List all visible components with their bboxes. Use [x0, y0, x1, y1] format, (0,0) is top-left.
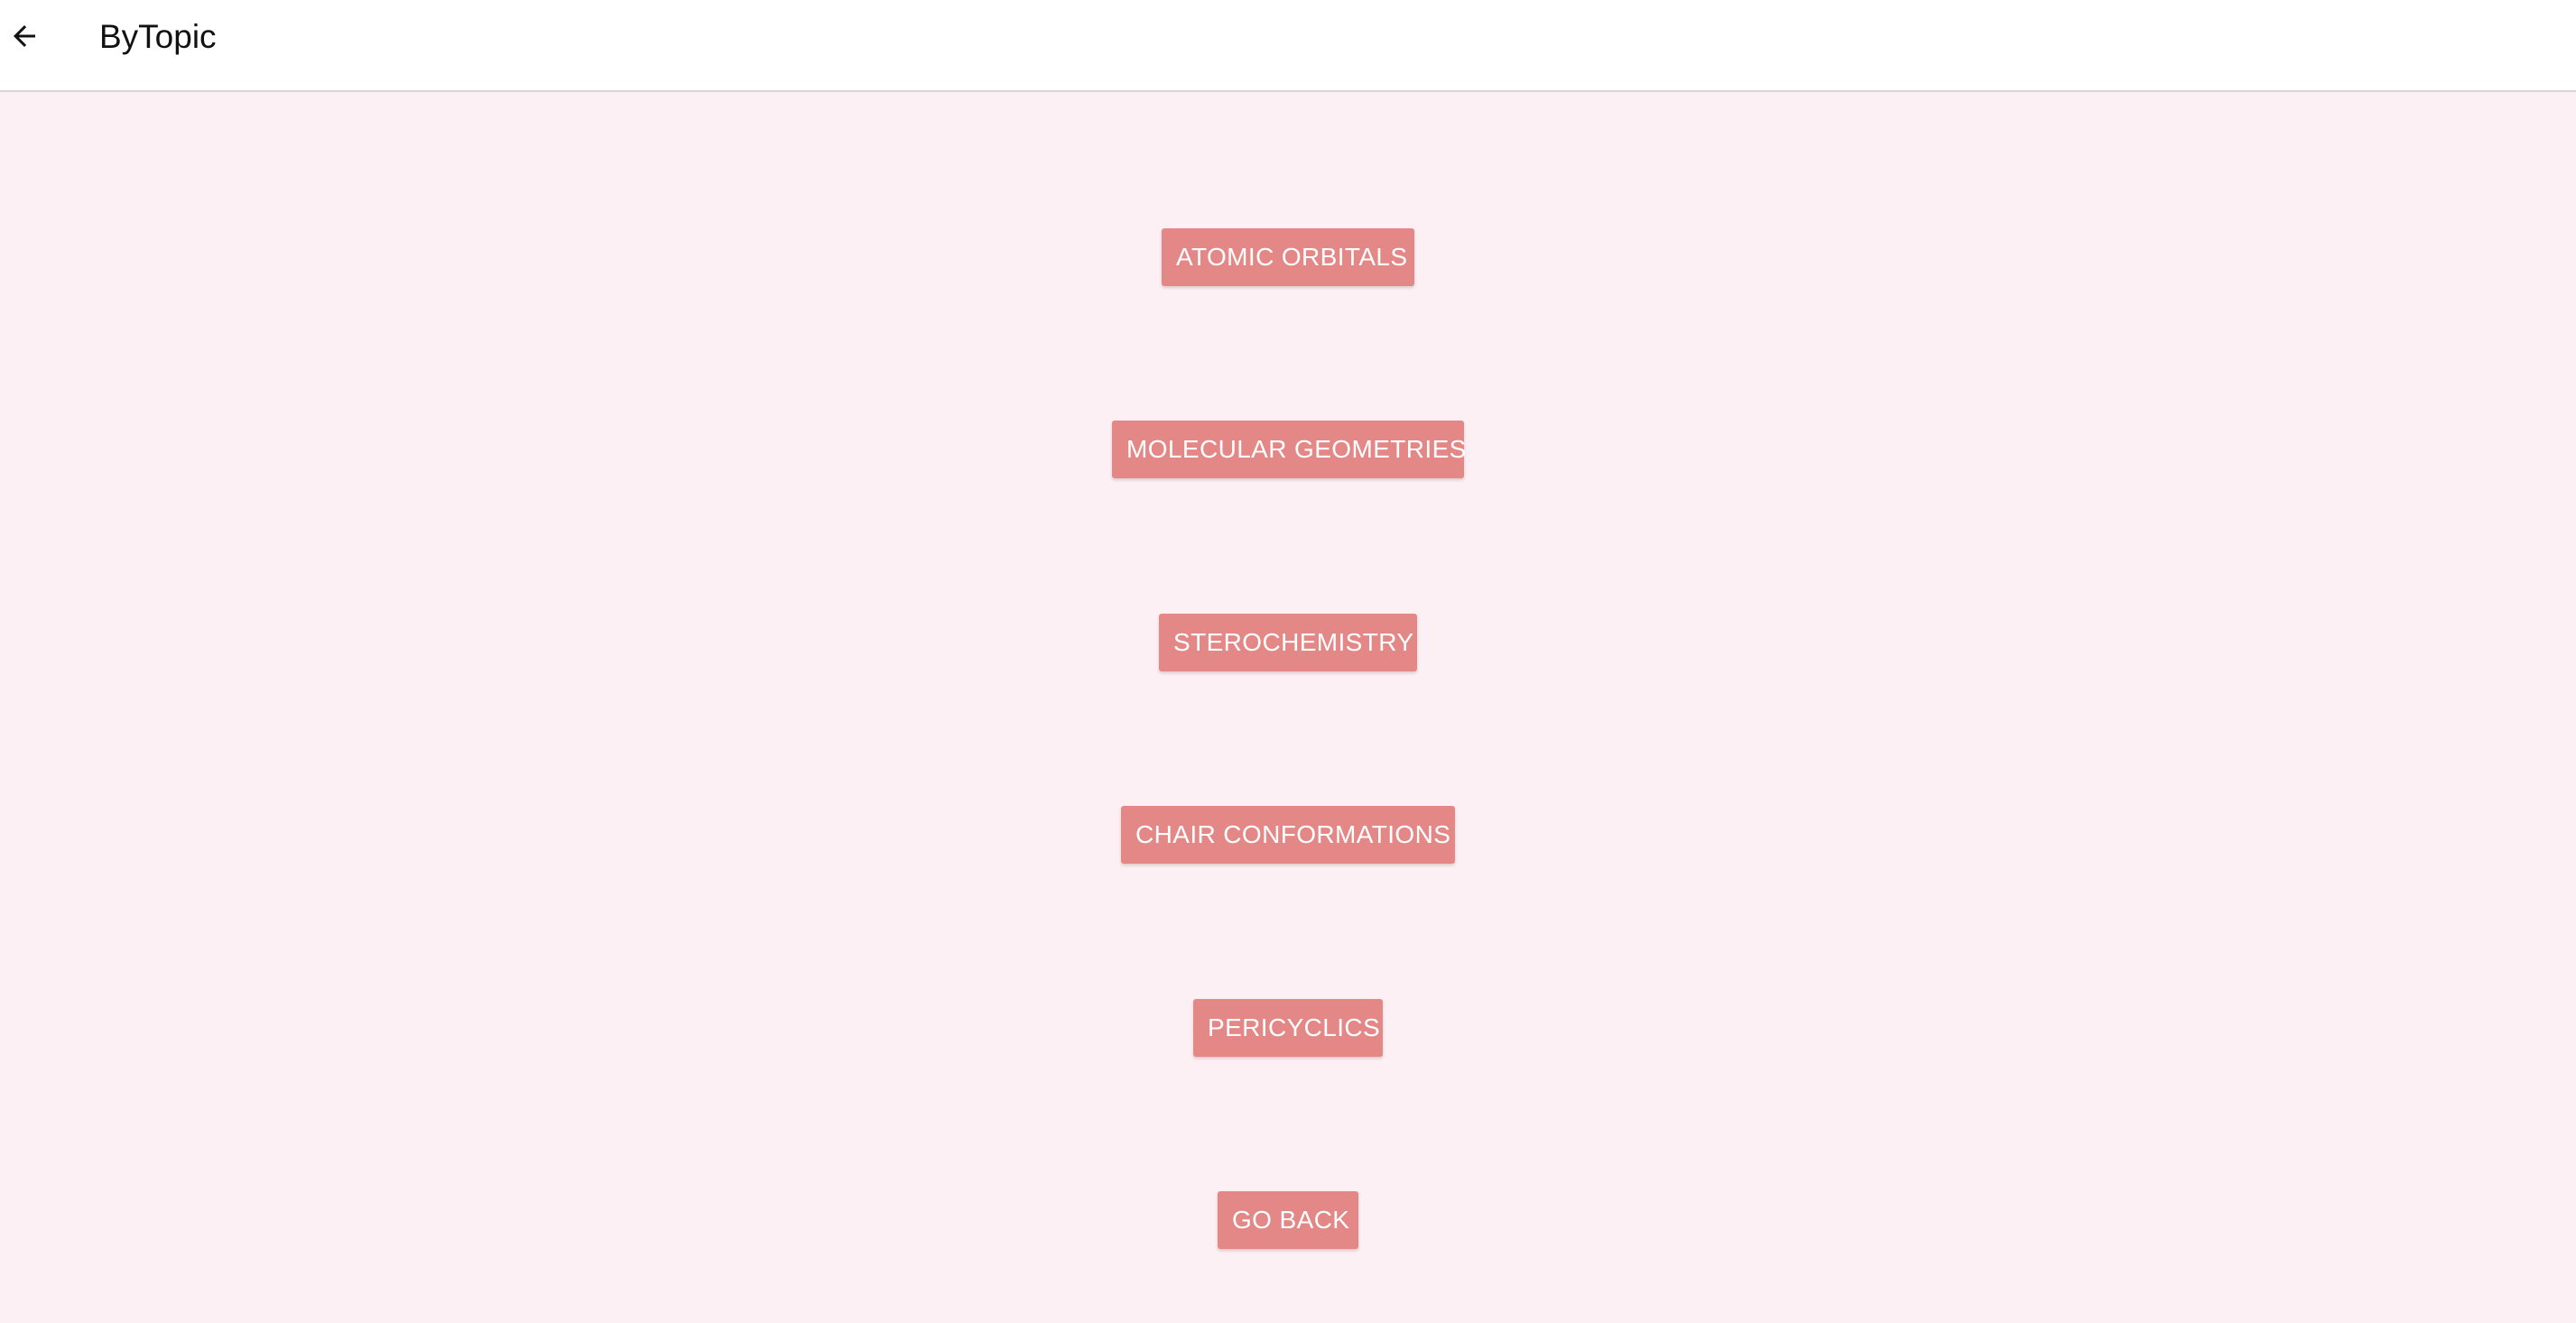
chair-conformations-button[interactable]: CHAIR CONFORMATIONS	[1121, 806, 1455, 864]
atomic-orbitals-button[interactable]: ATOMIC ORBITALS	[1162, 228, 1414, 286]
page-title: ByTopic	[99, 18, 217, 55]
back-button[interactable]	[0, 7, 49, 65]
go-back-button[interactable]: GO BACK	[1218, 1191, 1358, 1249]
app-window: ByTopic ATOMIC ORBITALS MOLECULAR GEOMET…	[0, 0, 2576, 1323]
pericyclics-button[interactable]: PERICYCLICS	[1193, 999, 1383, 1057]
arrow-left-icon	[8, 20, 41, 52]
sterochemistry-button[interactable]: STEROCHEMISTRY	[1159, 614, 1417, 671]
topic-list: ATOMIC ORBITALS MOLECULAR GEOMETRIES STE…	[0, 92, 2576, 1323]
molecular-geometries-button[interactable]: MOLECULAR GEOMETRIES	[1112, 421, 1466, 478]
app-bar: ByTopic	[0, 0, 2576, 92]
